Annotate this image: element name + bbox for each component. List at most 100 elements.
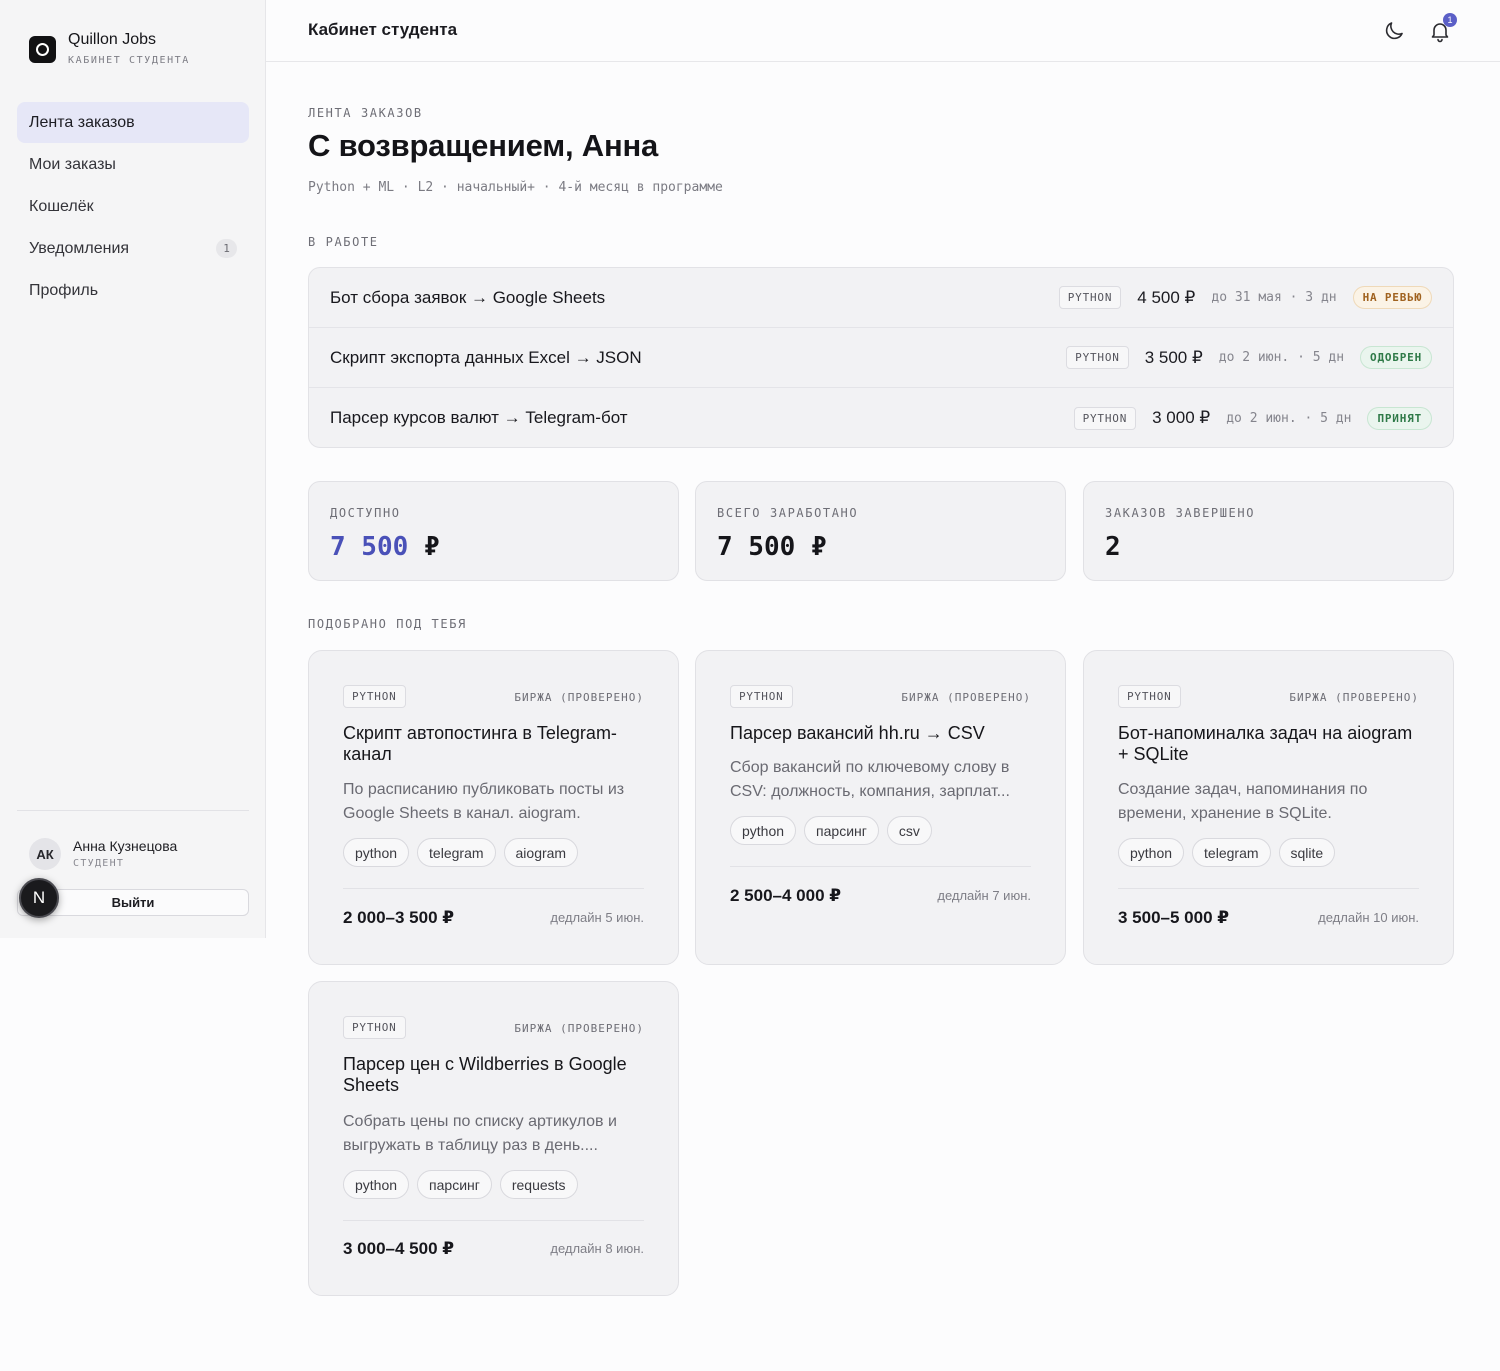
tag-chip[interactable]: python bbox=[730, 816, 797, 845]
tag-chip[interactable]: python bbox=[343, 838, 410, 867]
stat-number: 2 bbox=[1105, 532, 1121, 562]
language-chip: PYTHON bbox=[343, 685, 406, 708]
brand[interactable]: Quillon Jobs КАБИНЕТ СТУДЕНТА bbox=[29, 30, 190, 66]
job-description: По расписанию публиковать посты из Googl… bbox=[343, 781, 625, 822]
sidebar-item-label: Профиль bbox=[29, 281, 99, 299]
status-badge: НА РЕВЬЮ bbox=[1352, 286, 1432, 309]
job-card[interactable]: PYTHON БИРЖА (ПРОВЕРЕНО) Парсер вакансий… bbox=[695, 650, 1066, 965]
sidebar-item-label: Мои заказы bbox=[29, 155, 116, 173]
stat-orders-completed: ЗАКАЗОВ ЗАВЕРШЕНО 2 bbox=[1083, 481, 1454, 581]
order-deadline: до 31 мая · 3 дн bbox=[1211, 290, 1337, 305]
language-chip: PYTHON bbox=[343, 1016, 406, 1039]
in-progress-orders: Бот сбора заявок → Google Sheets PYTHON … bbox=[308, 267, 1454, 448]
status-badge: ОДОБРЕН bbox=[1360, 346, 1432, 369]
status-badge: ПРИНЯТ bbox=[1367, 406, 1432, 430]
order-row[interactable]: Парсер курсов валют → Telegram-бот PYTHO… bbox=[309, 388, 1453, 447]
language-chip: PYTHON bbox=[1073, 406, 1137, 430]
sidebar-item-feed[interactable]: Лента заказов bbox=[17, 102, 249, 143]
tag-chip[interactable]: парсинг bbox=[804, 816, 879, 845]
in-progress-label: В РАБОТЕ bbox=[308, 235, 379, 249]
sidebar-divider bbox=[17, 810, 249, 811]
job-tags: python парсинг csv bbox=[730, 816, 940, 845]
stat-value: 7 500 ₽ bbox=[717, 532, 827, 562]
job-tags: python парсинг requests bbox=[343, 1170, 586, 1199]
order-title: Бот сбора заявок → Google Sheets bbox=[330, 287, 606, 307]
welcome-title: С возвращением, Анна bbox=[308, 128, 659, 163]
tag-chip[interactable]: python bbox=[343, 1170, 410, 1199]
order-price: 3 500 ₽ bbox=[1144, 347, 1203, 367]
job-divider bbox=[343, 1220, 644, 1221]
language-chip: PYTHON bbox=[1066, 346, 1129, 369]
order-title: Парсер курсов валют → Telegram-бот bbox=[330, 408, 628, 427]
tag-chip[interactable]: telegram bbox=[417, 838, 496, 867]
job-price: 2 000–3 500 ₽ bbox=[343, 908, 455, 927]
brand-name: Quillon Jobs bbox=[68, 31, 157, 48]
tag-chip[interactable]: csv bbox=[886, 816, 932, 845]
page-title: Кабинет студента bbox=[308, 20, 458, 39]
language-chip: PYTHON bbox=[1118, 685, 1181, 708]
order-deadline: до 2 июн. · 5 дн bbox=[1226, 410, 1352, 426]
stat-label: ДОСТУПНО bbox=[330, 506, 401, 520]
notification-count-badge: 1 bbox=[1443, 13, 1457, 27]
job-price: 3 000–4 500 ₽ bbox=[343, 1239, 455, 1258]
sidebar-item-my-orders[interactable]: Мои заказы bbox=[17, 144, 249, 185]
job-card[interactable]: PYTHON БИРЖА (ПРОВЕРЕНО) Парсер цен с Wi… bbox=[308, 981, 679, 1296]
job-title: Бот-напоминалка задач на aiogram + SQLit… bbox=[1118, 723, 1413, 764]
stat-value: 7 500 ₽ bbox=[330, 532, 440, 562]
job-card[interactable]: PYTHON БИРЖА (ПРОВЕРЕНО) Скрипт автопост… bbox=[308, 650, 679, 965]
tag-chip[interactable]: парсинг bbox=[417, 1170, 492, 1199]
tag-chip[interactable]: telegram bbox=[1192, 838, 1271, 867]
stat-label: ЗАКАЗОВ ЗАВЕРШЕНО bbox=[1105, 506, 1256, 520]
order-row[interactable]: Скрипт экспорта данных Excel → JSON PYTH… bbox=[309, 328, 1453, 388]
job-tags: python telegram aiogram bbox=[343, 838, 586, 867]
job-price: 3 500–5 000 ₽ bbox=[1118, 908, 1230, 927]
order-deadline: до 2 июн. · 5 дн bbox=[1218, 350, 1345, 365]
moon-icon bbox=[1385, 22, 1403, 40]
job-deadline: дедлайн 10 июн. bbox=[1318, 910, 1419, 925]
tag-chip[interactable]: aiogram bbox=[503, 838, 579, 867]
user-name: Анна Кузнецова bbox=[73, 838, 178, 854]
job-title: Парсер цен с Wildberries в Google Sheets bbox=[343, 1054, 627, 1095]
job-source: БИРЖА (ПРОВЕРЕНО) bbox=[901, 691, 1031, 704]
sidebar: Quillon Jobs КАБИНЕТ СТУДЕНТА Лента зака… bbox=[0, 0, 266, 938]
sidebar-item-label: Кошелёк bbox=[29, 197, 94, 215]
recommended-label: ПОДОБРАНО ПОД ТЕБЯ bbox=[308, 617, 467, 631]
tag-chip[interactable]: python bbox=[1118, 838, 1185, 867]
floating-action-button[interactable]: N bbox=[19, 878, 59, 918]
user-role: СТУДЕНТ bbox=[73, 858, 125, 869]
notifications-count-badge: 1 bbox=[216, 239, 237, 258]
brand-logo-icon bbox=[29, 36, 56, 63]
stat-value: 2 bbox=[1105, 532, 1121, 562]
brand-subtitle: КАБИНЕТ СТУДЕНТА bbox=[68, 55, 190, 66]
job-description: Сбор вакансий по ключевому слову в CSV: … bbox=[730, 759, 1010, 800]
sidebar-item-label: Уведомления bbox=[29, 239, 130, 257]
stat-number: 7 500 bbox=[330, 532, 409, 562]
job-deadline: дедлайн 5 июн. bbox=[550, 910, 644, 925]
job-tags: python telegram sqlite bbox=[1118, 838, 1343, 867]
stat-currency: ₽ bbox=[423, 532, 440, 562]
order-price: 3 000 ₽ bbox=[1152, 408, 1211, 427]
job-divider bbox=[343, 888, 644, 889]
stat-currency: ₽ bbox=[810, 532, 827, 562]
sidebar-item-wallet[interactable]: Кошелёк bbox=[17, 186, 249, 227]
job-source: БИРЖА (ПРОВЕРЕНО) bbox=[514, 691, 644, 704]
stat-available: ДОСТУПНО 7 500 ₽ bbox=[308, 481, 679, 581]
job-source: БИРЖА (ПРОВЕРЕНО) bbox=[1289, 691, 1419, 704]
job-title: Скрипт автопостинга в Telegram-канал bbox=[343, 723, 617, 764]
sidebar-item-notifications[interactable]: Уведомления 1 bbox=[17, 228, 249, 269]
job-source: БИРЖА (ПРОВЕРЕНО) bbox=[514, 1022, 644, 1035]
tag-chip[interactable]: sqlite bbox=[1278, 838, 1336, 867]
job-description: Создание задач, напоминания по времени, … bbox=[1118, 781, 1368, 822]
avatar[interactable]: АК bbox=[29, 838, 61, 870]
stat-total-earned: ВСЕГО ЗАРАБОТАНО 7 500 ₽ bbox=[695, 481, 1066, 581]
language-chip: PYTHON bbox=[730, 685, 793, 708]
tag-chip[interactable]: requests bbox=[499, 1170, 578, 1199]
welcome-meta: Python + ML · L2 · начальный+ · 4-й меся… bbox=[308, 180, 723, 195]
order-row[interactable]: Бот сбора заявок → Google Sheets PYTHON … bbox=[309, 268, 1453, 328]
sidebar-item-profile[interactable]: Профиль bbox=[17, 270, 249, 311]
order-title: Скрипт экспорта данных Excel → JSON bbox=[330, 347, 642, 367]
theme-toggle-button[interactable] bbox=[1382, 19, 1406, 43]
section-eyebrow: ЛЕНТА ЗАКАЗОВ bbox=[308, 106, 423, 120]
sidebar-item-label: Лента заказов bbox=[29, 113, 135, 131]
job-card[interactable]: PYTHON БИРЖА (ПРОВЕРЕНО) Бот-напоминалка… bbox=[1083, 650, 1454, 965]
